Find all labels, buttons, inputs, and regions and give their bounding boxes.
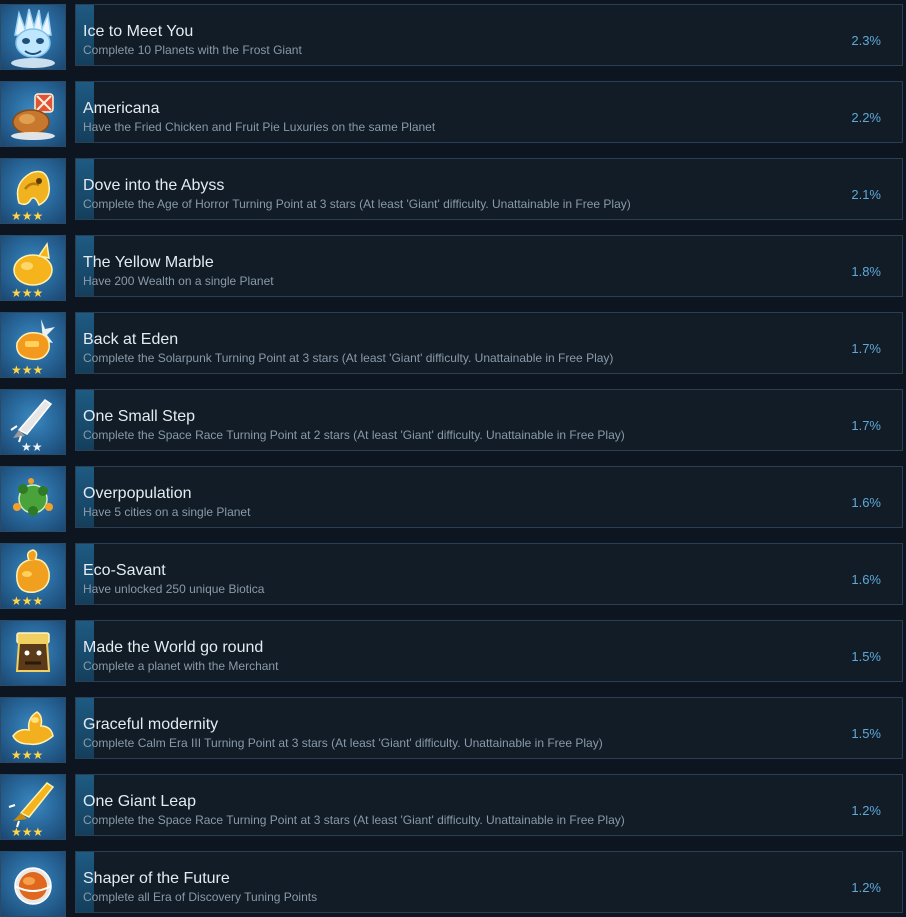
- achievement-title: Shaper of the Future: [83, 870, 230, 887]
- achievement-card: Dove into the Abyss Complete the Age of …: [75, 158, 903, 220]
- achievement-row[interactable]: ★★★ Back at Eden Complete the Solarpunk …: [0, 312, 906, 378]
- achievement-card: One Small Step Complete the Space Race T…: [75, 389, 903, 451]
- unlock-percentage: 1.5%: [851, 649, 881, 664]
- achievement-card: Americana Have the Fried Chicken and Fru…: [75, 81, 903, 143]
- svg-text:★★★: ★★★: [11, 209, 43, 223]
- merchant-icon: [0, 620, 66, 686]
- unlock-percentage: 1.5%: [851, 726, 881, 741]
- achievement-title: The Yellow Marble: [83, 254, 214, 271]
- achievement-card: Eco-Savant Have unlocked 250 unique Biot…: [75, 543, 903, 605]
- achievement-card: Made the World go round Complete a plane…: [75, 620, 903, 682]
- achievement-card: Graceful modernity Complete Calm Era III…: [75, 697, 903, 759]
- frost-giant-icon: [0, 4, 66, 70]
- svg-text:★★★: ★★★: [11, 748, 43, 762]
- unlock-percentage: 1.2%: [851, 803, 881, 818]
- golden-planet-icon: ★★★: [0, 235, 66, 301]
- calm-era-icon: ★★★: [0, 697, 66, 763]
- fried-chicken-icon: [0, 81, 66, 147]
- unlock-percentage: 1.6%: [851, 572, 881, 587]
- achievement-card: Back at Eden Complete the Solarpunk Turn…: [75, 312, 903, 374]
- unlock-percentage: 2.2%: [851, 110, 881, 125]
- achievement-title: Dove into the Abyss: [83, 177, 225, 194]
- achievement-title: Overpopulation: [83, 485, 192, 502]
- solarpunk-icon: ★★★: [0, 312, 66, 378]
- unlock-percentage: 2.1%: [851, 187, 881, 202]
- achievement-description: Complete the Age of Horror Turning Point…: [83, 197, 631, 211]
- unlock-percentage: 1.8%: [851, 264, 881, 279]
- achievement-description: Complete the Space Race Turning Point at…: [83, 813, 625, 827]
- achievement-title: Back at Eden: [83, 331, 179, 348]
- achievement-description: Have the Fried Chicken and Fruit Pie Lux…: [83, 120, 436, 134]
- unlock-percentage: 1.2%: [851, 880, 881, 895]
- achievement-row[interactable]: ★★★ Graceful modernity Complete Calm Era…: [0, 697, 906, 763]
- unlock-percentage: 1.6%: [851, 495, 881, 510]
- silver-rocket-icon: ★★: [0, 389, 66, 455]
- achievement-row[interactable]: ★★★ One Giant Leap Complete the Space Ra…: [0, 774, 906, 840]
- achievement-row[interactable]: ★★★ Dove into the Abyss Complete the Age…: [0, 158, 906, 224]
- achievement-description: Complete Calm Era III Turning Point at 3…: [83, 736, 603, 750]
- achievement-description: Complete 10 Planets with the Frost Giant: [83, 43, 302, 57]
- achievement-card: One Giant Leap Complete the Space Race T…: [75, 774, 903, 836]
- unlock-percentage: 1.7%: [851, 418, 881, 433]
- achievement-row[interactable]: Americana Have the Fried Chicken and Fru…: [0, 81, 906, 147]
- achievement-description: Have 5 cities on a single Planet: [83, 505, 251, 519]
- achievement-description: Complete all Era of Discovery Tuning Poi…: [83, 890, 318, 904]
- abyss-creature-icon: ★★★: [0, 158, 66, 224]
- achievement-row[interactable]: ★★ One Small Step Complete the Space Rac…: [0, 389, 906, 455]
- achievement-card: Shaper of the Future Complete all Era of…: [75, 851, 903, 913]
- svg-text:★★: ★★: [21, 440, 43, 454]
- achievement-description: Have 200 Wealth on a single Planet: [83, 274, 274, 288]
- achievement-title: One Giant Leap: [83, 793, 196, 810]
- achievement-row[interactable]: Overpopulation Have 5 cities on a single…: [0, 466, 906, 532]
- svg-text:★★★: ★★★: [11, 286, 43, 300]
- svg-text:★★★: ★★★: [11, 363, 43, 377]
- achievement-description: Complete a planet with the Merchant: [83, 659, 279, 673]
- achievement-card: Overpopulation Have 5 cities on a single…: [75, 466, 903, 528]
- achievement-title: Ice to Meet You: [83, 23, 194, 40]
- achievement-description: Have unlocked 250 unique Biotica: [83, 582, 265, 596]
- achievement-row[interactable]: ★★★ Eco-Savant Have unlocked 250 unique …: [0, 543, 906, 609]
- crowded-planet-icon: [0, 466, 66, 532]
- achievement-title: Graceful modernity: [83, 716, 219, 733]
- golden-rocket-icon: ★★★: [0, 774, 66, 840]
- achievement-row[interactable]: Ice to Meet You Complete 10 Planets with…: [0, 4, 906, 70]
- discovery-planet-icon: [0, 851, 66, 917]
- achievement-row[interactable]: ★★★ The Yellow Marble Have 200 Wealth on…: [0, 235, 906, 301]
- achievement-row[interactable]: Shaper of the Future Complete all Era of…: [0, 851, 906, 917]
- achievement-title: Eco-Savant: [83, 562, 166, 579]
- achievement-title: One Small Step: [83, 408, 196, 425]
- achievement-card: The Yellow Marble Have 200 Wealth on a s…: [75, 235, 903, 297]
- svg-text:★★★: ★★★: [11, 825, 43, 839]
- achievement-card: Ice to Meet You Complete 10 Planets with…: [75, 4, 903, 66]
- achievement-description: Complete the Solarpunk Turning Point at …: [83, 351, 614, 365]
- achievement-description: Complete the Space Race Turning Point at…: [83, 428, 625, 442]
- achievement-title: Made the World go round: [83, 639, 264, 656]
- unlock-percentage: 1.7%: [851, 341, 881, 356]
- achievement-row[interactable]: Made the World go round Complete a plane…: [0, 620, 906, 686]
- svg-text:★★★: ★★★: [11, 594, 43, 608]
- unlock-percentage: 2.3%: [851, 33, 881, 48]
- achievement-list: Ice to Meet You Complete 10 Planets with…: [0, 0, 906, 917]
- biotica-icon: ★★★: [0, 543, 66, 609]
- achievement-title: Americana: [83, 100, 160, 117]
